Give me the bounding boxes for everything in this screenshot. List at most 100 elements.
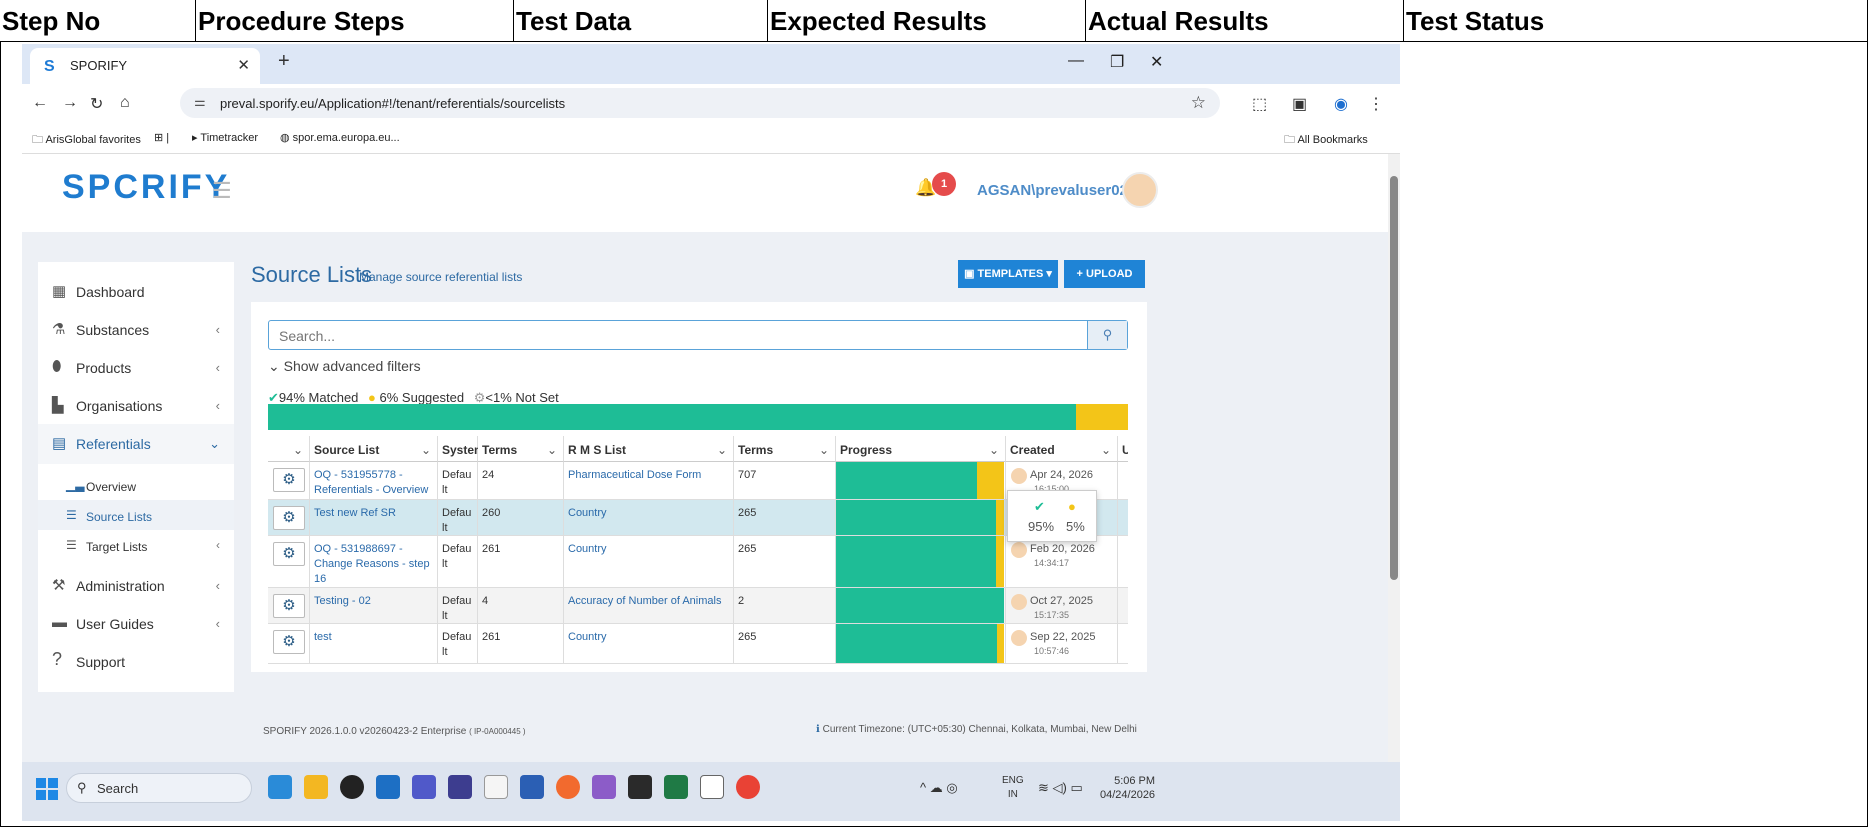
source-list-link[interactable]: test <box>314 631 332 643</box>
source-list-link[interactable]: Testing - 02 <box>314 595 371 607</box>
rms-list-cell[interactable]: Country <box>564 500 734 535</box>
source-list-link[interactable]: OQ - 531988697 - Change Reasons - step 1… <box>314 543 430 585</box>
taskbar-app-icon[interactable] <box>268 775 292 799</box>
sidebar-item-support[interactable]: ? Support <box>38 642 234 680</box>
taskbar-search[interactable]: ⚲ Search <box>66 773 252 803</box>
search-icon[interactable]: ⚲ <box>1087 321 1127 349</box>
bookmark-arisglobal[interactable]: 🗀 ArisGlobal favorites <box>32 131 141 150</box>
network-volume-battery-icons[interactable]: ≋ ◁) ▭ <box>1038 780 1083 796</box>
table-row[interactable]: ⚙ Test new Ref SR Default 260 Country 265 <box>268 500 1128 536</box>
source-list-cell[interactable]: OQ - 531955778 - Referentials - Overview <box>310 462 438 499</box>
sidebar-item-user-guides[interactable]: ▬ User Guides ‹ <box>38 604 234 642</box>
system-tray[interactable]: ^ ☁ ◎ <box>920 780 958 796</box>
upload-button[interactable]: + UPLOAD <box>1064 260 1145 288</box>
rms-list-link[interactable]: Country <box>568 507 607 519</box>
taskbar-app-icon[interactable] <box>340 775 364 799</box>
outlook-icon[interactable] <box>376 775 400 799</box>
col-select[interactable]: ⌄ <box>268 436 310 462</box>
page-scrollbar[interactable] <box>1388 154 1400 762</box>
language-indicator[interactable]: ENG IN <box>1002 774 1024 802</box>
gear-icon[interactable]: ⚙ <box>273 468 305 492</box>
col-rms-list[interactable]: R M S List ⌄ <box>564 436 734 462</box>
sidebar-item-substances[interactable]: ⚗ Substances ‹ <box>38 310 234 348</box>
table-row[interactable]: ⚙ Testing - 02 Default 4 Accuracy of Number … <box>268 588 1128 624</box>
minimize-icon[interactable]: — <box>1068 52 1084 70</box>
bookmark-spor[interactable]: ◍ spor.ema.europa.eu... <box>280 131 400 144</box>
sidebar-item-organisations[interactable]: ▙ Organisations ‹ <box>38 386 234 424</box>
gear-icon[interactable]: ⚙ <box>273 630 305 654</box>
source-list-link[interactable]: OQ - 531955778 - Referentials - Overview <box>314 469 428 496</box>
rms-list-link[interactable]: Country <box>568 543 607 555</box>
url-bar[interactable]: ⚌ preval.sporify.eu/Application#!/tenant… <box>180 88 1220 118</box>
hamburger-icon[interactable]: ☰ <box>212 178 232 204</box>
gear-icon[interactable]: ⚙ <box>273 542 305 566</box>
sidebar-item-overview[interactable]: ▁▃ Overview <box>38 470 234 500</box>
scrollbar-thumb[interactable] <box>1390 176 1398 580</box>
taskbar-app-icon[interactable] <box>628 775 652 799</box>
clock[interactable]: 5:06 PM 04/24/2026 <box>1100 774 1155 802</box>
chrome-icon[interactable] <box>736 775 760 799</box>
col-system[interactable]: System <box>438 436 485 462</box>
sidebar-item-administration[interactable]: ⚒ Administration ‹ <box>38 566 234 604</box>
taskbar-app-icon[interactable] <box>556 775 580 799</box>
apps-icon[interactable]: ⊞ | <box>154 131 169 144</box>
col-terms[interactable]: Terms ⌄ <box>478 436 564 462</box>
gear-icon[interactable]: ⚙ <box>273 594 305 618</box>
progress-cell[interactable] <box>836 536 1006 587</box>
taskbar-app-icon[interactable] <box>448 775 472 799</box>
word-icon[interactable] <box>520 775 544 799</box>
close-window-icon[interactable]: ✕ <box>1150 52 1163 72</box>
source-list-cell[interactable]: OQ - 531988697 - Change Reasons - step 1… <box>310 536 438 587</box>
browser-tab[interactable]: S SPORIFY ✕ <box>30 48 260 84</box>
sidebar-item-dashboard[interactable]: ▦ Dashboard <box>38 272 234 310</box>
extensions-icon[interactable]: ⬚ <box>1252 94 1267 114</box>
col-created[interactable]: Created ⌄ <box>1006 436 1118 462</box>
rms-list-cell[interactable]: Country <box>564 536 734 587</box>
col-progress[interactable]: Progress ⌄ <box>836 436 1006 462</box>
excel-icon[interactable] <box>664 775 688 799</box>
avatar[interactable] <box>1122 172 1158 208</box>
sporify-logo[interactable]: SPCRIFY <box>62 168 230 207</box>
progress-cell[interactable] <box>836 500 1006 535</box>
table-row[interactable]: ⚙ OQ - 531955778 - Referentials - Overvie… <box>268 462 1128 500</box>
site-info-icon[interactable]: ⚌ <box>194 94 206 110</box>
taskbar-app-icon[interactable] <box>700 775 724 799</box>
teams-icon[interactable] <box>412 775 436 799</box>
user-name[interactable]: AGSAN\prevaluser02 <box>977 182 1128 199</box>
col-source-list[interactable]: Source List ⌄ <box>310 436 438 462</box>
home-icon[interactable]: ⌂ <box>120 94 130 112</box>
notification-badge[interactable]: 1 <box>932 172 956 196</box>
reading-list-icon[interactable]: ▣ <box>1292 94 1307 114</box>
close-tab-icon[interactable]: ✕ <box>237 56 250 74</box>
rms-list-link[interactable]: Country <box>568 631 607 643</box>
profile-icon[interactable]: ◉ <box>1334 94 1348 114</box>
bookmark-star-icon[interactable]: ☆ <box>1191 93 1206 113</box>
table-row[interactable]: ⚙ OQ - 531988697 - Change Reasons - step … <box>268 536 1128 588</box>
advanced-filters-toggle[interactable]: ⌄ Show advanced filters <box>268 358 421 375</box>
forward-icon[interactable]: → <box>62 94 78 112</box>
source-list-cell[interactable]: Testing - 02 <box>310 588 438 623</box>
source-list-cell[interactable]: Test new Ref SR <box>310 500 438 535</box>
col-rms-terms[interactable]: Terms ⌄ <box>734 436 836 462</box>
progress-cell[interactable] <box>836 588 1006 623</box>
progress-cell[interactable] <box>836 624 1006 663</box>
gear-icon[interactable]: ⚙ <box>273 506 305 530</box>
sidebar-item-products[interactable]: ⬮ Products ‹ <box>38 348 234 386</box>
new-tab-icon[interactable]: + <box>278 50 290 73</box>
rms-list-cell[interactable]: Country <box>564 624 734 663</box>
windows-start-icon[interactable] <box>36 778 58 800</box>
rms-list-link[interactable]: Pharmaceutical Dose Form <box>568 469 701 481</box>
menu-icon[interactable]: ⋮ <box>1368 94 1384 114</box>
table-row[interactable]: ⚙ test Default 261 Country 265 Sep 22, 2025 10:… <box>268 624 1128 664</box>
m365-icon[interactable] <box>592 775 616 799</box>
source-list-cell[interactable]: test <box>310 624 438 663</box>
rms-list-link[interactable]: Accuracy of Number of Animals <box>568 595 721 607</box>
all-bookmarks[interactable]: 🗀 All Bookmarks <box>1284 131 1368 150</box>
file-explorer-icon[interactable] <box>304 775 328 799</box>
bookmark-timetracker[interactable]: ▸ Timetracker <box>192 131 258 144</box>
notepad-icon[interactable] <box>484 775 508 799</box>
restore-icon[interactable]: ❐ <box>1110 52 1124 72</box>
source-list-link[interactable]: Test new Ref SR <box>314 507 396 519</box>
rms-list-cell[interactable]: Accuracy of Number of Animals <box>564 588 734 623</box>
col-more[interactable]: U <box>1118 436 1128 462</box>
